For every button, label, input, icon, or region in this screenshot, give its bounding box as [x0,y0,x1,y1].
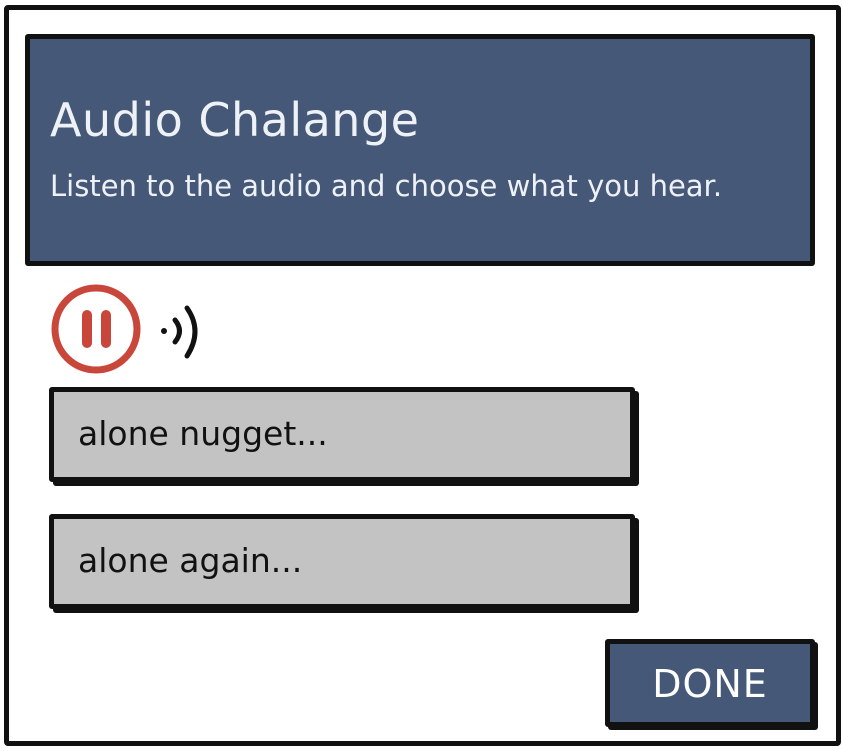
pause-button[interactable] [49,282,143,376]
answer-option-label: alone nugget... [78,414,328,453]
done-button-label: DONE [652,662,768,706]
dialog-header: Audio Chalange Listen to the audio and c… [25,34,815,266]
dialog-title: Audio Chalange [50,93,420,147]
dialog-subtitle: Listen to the audio and choose what you … [50,169,723,203]
done-button[interactable]: DONE [605,639,815,727]
volume-icon [155,294,215,364]
pause-icon [51,284,141,374]
answer-option-2[interactable]: alone again... [49,514,635,609]
audio-player [49,282,219,378]
answer-option-label: alone again... [78,541,303,580]
challenge-dialog: Audio Chalange Listen to the audio and c… [4,5,841,746]
answer-option-1[interactable]: alone nugget... [49,387,635,482]
